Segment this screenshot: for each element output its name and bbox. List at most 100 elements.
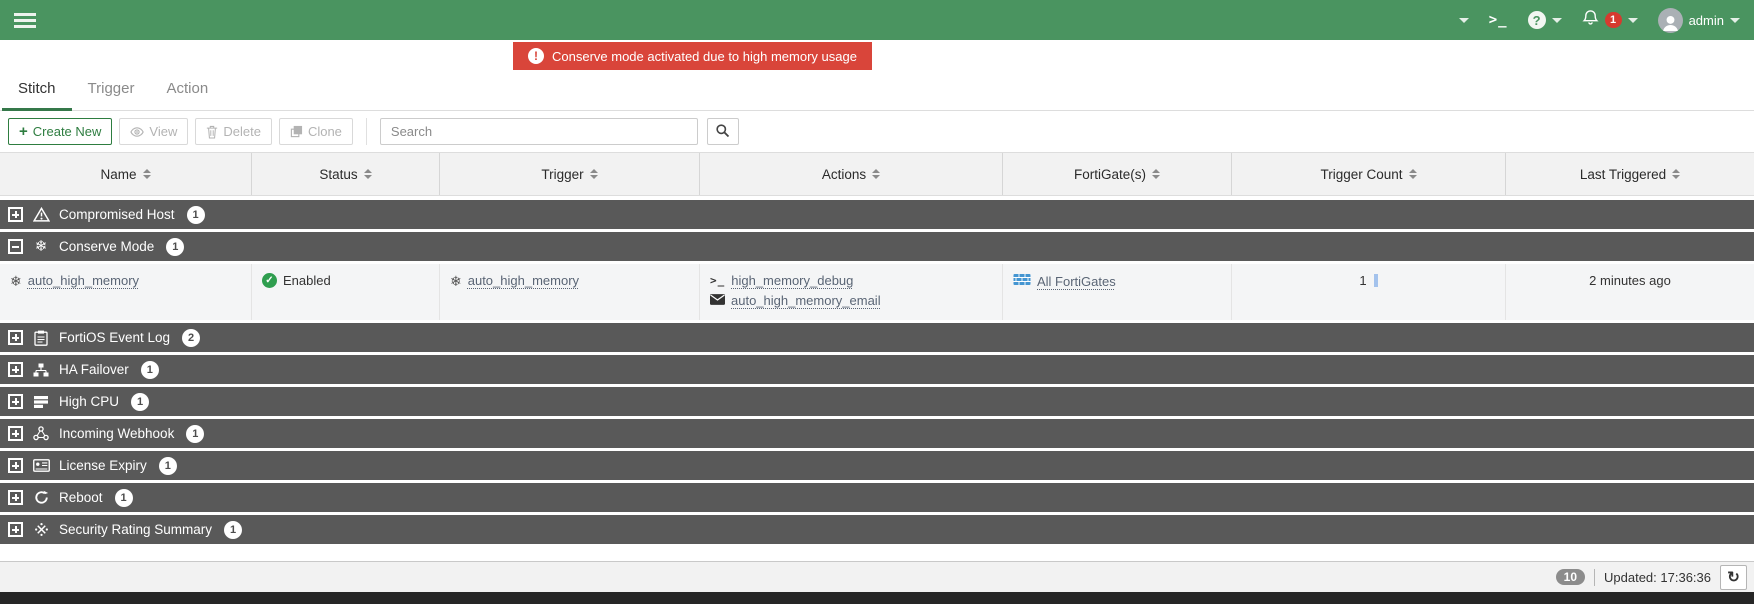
tab-action[interactable]: Action bbox=[150, 80, 224, 111]
group-label: High CPU bbox=[59, 394, 119, 409]
expand-icon[interactable] bbox=[8, 207, 23, 222]
notifications-menu[interactable]: 1 bbox=[1582, 9, 1638, 31]
expand-icon[interactable] bbox=[8, 522, 23, 537]
sort-icon bbox=[590, 169, 598, 179]
table-row[interactable]: ❄ auto_high_memory ✓ Enabled ❄ auto_high… bbox=[0, 264, 1754, 320]
sort-icon bbox=[1672, 169, 1680, 179]
tab-stitch[interactable]: Stitch bbox=[2, 80, 72, 111]
menu-icon[interactable] bbox=[14, 13, 36, 28]
column-header-name[interactable]: Name bbox=[0, 153, 252, 195]
column-header-status[interactable]: Status bbox=[252, 153, 440, 195]
toolbar: + Create New View Delete Clone bbox=[0, 111, 1754, 152]
email-icon bbox=[710, 293, 725, 308]
group-row-compromised-host[interactable]: Compromised Host 1 bbox=[0, 200, 1754, 229]
toolbar-separator bbox=[366, 118, 367, 145]
sort-icon bbox=[143, 169, 151, 179]
expand-icon[interactable] bbox=[8, 330, 23, 345]
group-row-ha-failover[interactable]: HA Failover 1 bbox=[0, 355, 1754, 384]
bell-icon bbox=[1582, 9, 1599, 31]
refresh-button[interactable]: ↻ bbox=[1720, 565, 1747, 590]
view-button[interactable]: View bbox=[119, 118, 188, 145]
collapse-icon[interactable] bbox=[8, 239, 23, 254]
group-row-conserve-mode[interactable]: ❄ Conserve Mode 1 bbox=[0, 232, 1754, 261]
search-button[interactable] bbox=[707, 118, 739, 145]
group-row-license-expiry[interactable]: License Expiry 1 bbox=[0, 451, 1754, 480]
group-label: Reboot bbox=[59, 490, 103, 505]
check-circle-icon: ✓ bbox=[262, 273, 277, 288]
snowflake-icon: ❄ bbox=[10, 274, 22, 288]
expand-icon[interactable] bbox=[8, 458, 23, 473]
expand-icon[interactable] bbox=[8, 490, 23, 505]
create-new-button[interactable]: + Create New bbox=[8, 118, 112, 145]
refresh-icon: ↻ bbox=[1727, 568, 1740, 586]
license-icon bbox=[32, 459, 50, 472]
help-menu[interactable]: ? bbox=[1528, 11, 1562, 29]
cli-console-icon[interactable]: >_ bbox=[1489, 12, 1508, 28]
admin-menu[interactable]: admin bbox=[1658, 8, 1740, 33]
banner-text: Conserve mode activated due to high memo… bbox=[552, 49, 857, 64]
chevron-down-icon bbox=[1628, 18, 1638, 23]
sitemap-icon bbox=[32, 363, 50, 377]
updated-timestamp: Updated: 17:36:36 bbox=[1604, 570, 1711, 585]
group-row-reboot[interactable]: Reboot 1 bbox=[0, 483, 1754, 512]
group-row-fortios-event-log[interactable]: FortiOS Event Log 2 bbox=[0, 323, 1754, 352]
snowflake-icon: ❄ bbox=[32, 239, 50, 254]
cli-script-icon: >_ bbox=[710, 274, 725, 287]
tab-bar: Stitch Trigger Action bbox=[0, 40, 1754, 111]
expand-icon[interactable] bbox=[8, 362, 23, 377]
column-header-trigger[interactable]: Trigger bbox=[440, 153, 700, 195]
app-window: >_ ? 1 admin ! Conserve mo bbox=[0, 0, 1754, 604]
status-text: Enabled bbox=[283, 273, 331, 288]
cpu-icon bbox=[32, 395, 50, 409]
group-count-badge: 1 bbox=[224, 521, 242, 539]
group-count-badge: 1 bbox=[187, 206, 205, 224]
topbar: >_ ? 1 admin bbox=[0, 0, 1754, 40]
group-label: Conserve Mode bbox=[59, 239, 154, 254]
chevron-down-icon bbox=[1552, 18, 1562, 23]
snowflake-icon: ❄ bbox=[450, 274, 462, 288]
group-row-incoming-webhook[interactable]: Incoming Webhook 1 bbox=[0, 419, 1754, 448]
sort-icon bbox=[1152, 169, 1160, 179]
column-header-trigger-count[interactable]: Trigger Count bbox=[1232, 153, 1506, 195]
column-header-last-triggered[interactable]: Last Triggered bbox=[1506, 153, 1754, 195]
trigger-link[interactable]: auto_high_memory bbox=[468, 273, 579, 288]
action-link-email[interactable]: auto_high_memory_email bbox=[731, 293, 881, 308]
admin-username: admin bbox=[1689, 13, 1724, 28]
warning-icon bbox=[32, 207, 50, 222]
group-label: Security Rating Summary bbox=[59, 522, 212, 537]
sort-icon bbox=[872, 169, 880, 179]
group-label: FortiOS Event Log bbox=[59, 330, 170, 345]
cell-last-triggered: 2 minutes ago bbox=[1506, 264, 1754, 320]
trash-icon bbox=[206, 125, 218, 139]
group-row-security-rating-summary[interactable]: Security Rating Summary 1 bbox=[0, 515, 1754, 544]
window-bottom-edge bbox=[0, 592, 1754, 604]
group-count-badge: 1 bbox=[131, 393, 149, 411]
group-row-high-cpu[interactable]: High CPU 1 bbox=[0, 387, 1754, 416]
topbar-right: >_ ? 1 admin bbox=[1459, 8, 1740, 33]
trigger-count-value: 1 bbox=[1359, 273, 1366, 288]
sort-icon bbox=[364, 169, 372, 179]
delete-button[interactable]: Delete bbox=[195, 118, 272, 145]
action-link-cli[interactable]: high_memory_debug bbox=[731, 273, 853, 288]
security-rating-icon bbox=[32, 522, 50, 537]
expand-icon[interactable] bbox=[8, 394, 23, 409]
chevron-down-icon[interactable] bbox=[1459, 18, 1469, 23]
notification-badge: 1 bbox=[1605, 12, 1622, 28]
cell-fortigates: All FortiGates bbox=[1003, 264, 1232, 320]
status-bar: 10 Updated: 17:36:36 ↻ bbox=[0, 561, 1754, 592]
clone-button[interactable]: Clone bbox=[279, 118, 353, 145]
search-input[interactable] bbox=[380, 118, 698, 145]
group-label: Compromised Host bbox=[59, 207, 175, 222]
group-count-badge: 1 bbox=[166, 238, 184, 256]
tab-trigger[interactable]: Trigger bbox=[72, 80, 151, 111]
fortigate-icon bbox=[1013, 273, 1031, 289]
column-header-actions[interactable]: Actions bbox=[700, 153, 1003, 195]
conserve-mode-banner: ! Conserve mode activated due to high me… bbox=[513, 42, 872, 70]
group-label: License Expiry bbox=[59, 458, 147, 473]
stitch-name-link[interactable]: auto_high_memory bbox=[28, 273, 139, 288]
avatar bbox=[1658, 8, 1683, 33]
column-header-fortigates[interactable]: FortiGate(s) bbox=[1003, 153, 1232, 195]
group-count-badge: 2 bbox=[182, 329, 200, 347]
expand-icon[interactable] bbox=[8, 426, 23, 441]
fortigates-link[interactable]: All FortiGates bbox=[1037, 274, 1116, 289]
